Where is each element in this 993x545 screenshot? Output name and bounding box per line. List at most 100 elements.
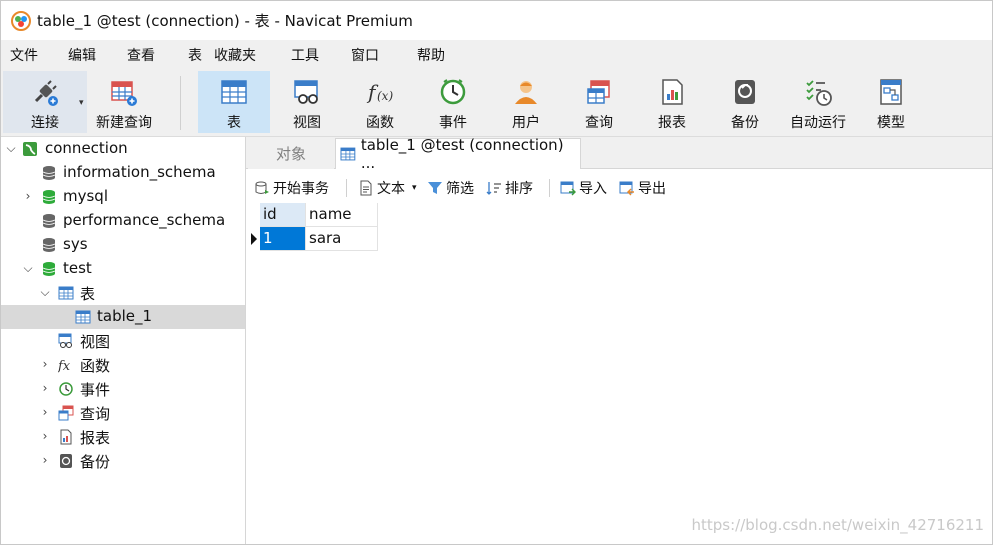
menu-window[interactable]: 窗口: [351, 45, 379, 65]
tab-table-1[interactable]: table_1 @test (connection) ...: [335, 136, 581, 172]
tree-node-queries[interactable]: › 查询: [1, 401, 245, 425]
tree-node-mysql[interactable]: › mysql: [1, 185, 245, 209]
report-label: 报表: [658, 115, 686, 131]
sort-button[interactable]: 排序: [486, 178, 533, 198]
tree-node-reports[interactable]: › 报表: [1, 425, 245, 449]
table-button[interactable]: 表: [198, 71, 270, 133]
tree-node-functions[interactable]: › fx 函数: [1, 353, 245, 377]
menu-file[interactable]: 文件: [10, 45, 38, 65]
export-button[interactable]: 导出: [619, 178, 666, 198]
query-icon: [58, 405, 74, 421]
view-label: 视图: [293, 115, 321, 131]
import-button[interactable]: 导入: [560, 178, 607, 198]
automation-icon: [806, 80, 832, 106]
new-query-button[interactable]: 新建查询: [91, 71, 157, 133]
connect-button[interactable]: 连接: [3, 71, 87, 133]
table-icon: [221, 80, 247, 104]
import-icon: [560, 181, 576, 196]
tree-node-label: information_schema: [63, 163, 216, 181]
tree-node-backups[interactable]: › 备份: [1, 449, 245, 473]
table-label: 表: [227, 115, 241, 131]
column-header-name[interactable]: name: [306, 203, 378, 227]
backup-button[interactable]: 备份: [710, 71, 780, 133]
report-icon: [662, 79, 683, 105]
database-icon: [42, 238, 56, 252]
view-button[interactable]: 视图: [272, 71, 342, 133]
sort-label: 排序: [505, 181, 533, 197]
event-label: 事件: [439, 115, 467, 131]
table-icon: [340, 147, 356, 161]
collapsed-chevron-icon[interactable]: ›: [38, 405, 52, 419]
tree-node-label: 事件: [80, 381, 111, 399]
menu-table[interactable]: 表: [188, 45, 202, 65]
report-icon: [60, 429, 72, 445]
backup-icon: [735, 80, 755, 104]
text-view-button[interactable]: 文本 ▾: [358, 178, 417, 198]
sort-icon: [486, 182, 501, 195]
collapsed-chevron-icon[interactable]: ›: [38, 381, 52, 395]
tree-node-tables[interactable]: ⌵ 表: [1, 281, 245, 305]
current-row-marker-icon: [251, 233, 257, 245]
navicat-logo-icon: [11, 10, 31, 31]
connect-dropdown-icon[interactable]: ▾: [79, 98, 84, 108]
collapsed-chevron-icon[interactable]: ›: [38, 453, 52, 467]
menu-help[interactable]: 帮助: [417, 45, 445, 65]
table-cell-name[interactable]: sara: [306, 227, 378, 251]
export-label: 导出: [638, 181, 666, 197]
expanded-chevron-icon[interactable]: ⌵: [4, 141, 18, 155]
tab-bar: 对象 table_1 @test (connection) ...: [246, 136, 992, 172]
tree-node-information-schema[interactable]: information_schema: [1, 161, 245, 185]
expanded-chevron-icon[interactable]: ⌵: [21, 261, 35, 275]
toolbar-separator: [549, 179, 550, 197]
menu-tools[interactable]: 工具: [291, 45, 319, 65]
tree-node-events[interactable]: › 事件: [1, 377, 245, 401]
function-button[interactable]: f (x) 函数: [345, 71, 415, 133]
new-query-icon: [111, 81, 137, 106]
document-icon: [360, 180, 372, 196]
tree-node-views[interactable]: 视图: [1, 329, 245, 353]
tree-node-connection[interactable]: ⌵ connection: [1, 137, 245, 161]
database-icon: [42, 262, 56, 276]
menu-edit[interactable]: 编辑: [68, 45, 96, 65]
filter-button[interactable]: 筛选: [427, 178, 474, 198]
dropdown-arrow-icon[interactable]: ▾: [412, 183, 417, 193]
user-icon: [515, 81, 537, 104]
menu-view[interactable]: 查看: [127, 45, 155, 65]
export-icon: [619, 181, 634, 196]
tree-node-test[interactable]: ⌵ test: [1, 257, 245, 281]
svg-text:fx: fx: [58, 359, 71, 373]
toolbar-separator: [180, 76, 181, 130]
report-button[interactable]: 报表: [637, 71, 707, 133]
table-cell-id[interactable]: 1: [260, 227, 306, 251]
import-label: 导入: [579, 181, 607, 197]
clock-icon: [59, 382, 73, 396]
tree-node-label: table_1: [97, 307, 153, 325]
query-icon: [587, 80, 610, 104]
begin-transaction-button[interactable]: 开始事务: [254, 178, 329, 198]
database-icon: [42, 190, 56, 204]
tree-node-label: 报表: [80, 429, 111, 447]
tab-objects[interactable]: 对象: [248, 138, 334, 169]
toolbar-separator: [346, 179, 347, 197]
expanded-chevron-icon[interactable]: ⌵: [38, 285, 52, 299]
navicat-window: table_1 @test (connection) - 表 - Navicat…: [0, 0, 993, 545]
main-toolbar: 连接 ▾ 新建查询 表 视图 f (x) 函数 事件 用户 查询 报表 备份 自…: [1, 68, 992, 137]
automation-button[interactable]: 自动运行: [783, 71, 853, 133]
collapsed-chevron-icon[interactable]: ›: [38, 429, 52, 443]
filter-label: 筛选: [446, 181, 474, 197]
tree-node-performance-schema[interactable]: performance_schema: [1, 209, 245, 233]
column-header-id[interactable]: id: [260, 203, 306, 227]
menu-favorites[interactable]: 收藏夹: [214, 45, 256, 65]
automation-label: 自动运行: [790, 115, 846, 131]
model-button[interactable]: 模型: [856, 71, 926, 133]
user-button[interactable]: 用户: [491, 71, 561, 133]
tree-node-table-1[interactable]: table_1: [1, 305, 245, 329]
window-title: table_1 @test (connection) - 表 - Navicat…: [37, 12, 413, 30]
query-button[interactable]: 查询: [564, 71, 634, 133]
collapsed-chevron-icon[interactable]: ›: [38, 357, 52, 371]
collapsed-chevron-icon[interactable]: ›: [21, 189, 35, 203]
event-button[interactable]: 事件: [418, 71, 488, 133]
menu-bar: 文件 编辑 查看 表 收藏夹 工具 窗口 帮助: [1, 40, 992, 68]
table-icon: [75, 310, 91, 324]
tree-node-sys[interactable]: sys: [1, 233, 245, 257]
